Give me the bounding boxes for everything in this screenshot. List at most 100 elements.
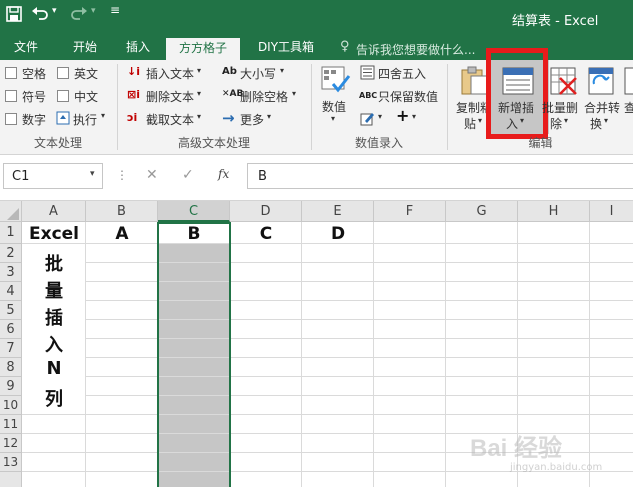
column-header-g[interactable]: G	[446, 201, 518, 222]
merge-convert-label[interactable]: 合并转	[584, 99, 620, 116]
grid-line	[22, 395, 633, 396]
delete-text-icon: ⊠i	[127, 88, 140, 101]
column-header-c[interactable]: C	[158, 201, 230, 222]
grid-line	[22, 414, 633, 415]
customize-toolbar-icon[interactable]: ≡	[110, 3, 120, 17]
edit-icon[interactable]	[360, 111, 375, 126]
batch-delete-label[interactable]: 批量删	[542, 99, 578, 116]
value-button[interactable]: 数值	[322, 98, 346, 115]
column-header-h[interactable]: H	[518, 201, 590, 222]
row-header-13[interactable]: 13	[0, 453, 22, 472]
execute-button[interactable]: 执行	[73, 111, 97, 128]
extract-text-dropdown-icon[interactable]: ▾	[197, 112, 201, 121]
row-header-12[interactable]: 12	[0, 434, 22, 453]
delete-text-dropdown-icon[interactable]: ▾	[197, 89, 201, 98]
keep-value-button[interactable]: 只保留数值	[378, 88, 438, 105]
tab-fangfang[interactable]: 方方格子	[166, 38, 240, 60]
group-label-advanced-text: 高级文本处理	[177, 136, 250, 150]
row-header-5[interactable]: 5	[0, 301, 22, 320]
column-header-d[interactable]: D	[230, 201, 302, 222]
row-header-1[interactable]: 1	[0, 222, 22, 244]
checkbox-symbol[interactable]	[5, 90, 17, 102]
column-header-a[interactable]: A	[22, 201, 86, 222]
formula-input[interactable]: B	[247, 163, 633, 189]
plus-icon[interactable]: +	[396, 106, 409, 125]
remove-space-dropdown-icon[interactable]: ▾	[292, 89, 296, 98]
row-header-3[interactable]: 3	[0, 263, 22, 282]
cell-b1[interactable]: A	[86, 224, 158, 244]
column-header-f[interactable]: F	[374, 201, 446, 222]
cell-d1[interactable]: C	[230, 224, 302, 244]
column-header-e[interactable]: E	[302, 201, 374, 222]
case-button[interactable]: 大小写	[240, 65, 276, 82]
row-header-4[interactable]: 4	[0, 282, 22, 301]
delete-text-button[interactable]: 删除文本	[146, 88, 194, 105]
row-header-7[interactable]: 7	[0, 339, 22, 358]
select-all-corner[interactable]	[0, 201, 22, 222]
checkbox-chinese-label: 中文	[74, 90, 99, 104]
find-label[interactable]: 查	[624, 99, 633, 116]
batch-delete-label-2[interactable]: 除	[550, 115, 562, 132]
redo-icon[interactable]	[70, 5, 88, 21]
checkbox-english[interactable]	[57, 67, 69, 79]
tab-file[interactable]: 文件	[0, 36, 52, 60]
plus-dropdown-icon[interactable]: ▾	[412, 112, 416, 121]
row-header-14[interactable]	[0, 472, 22, 487]
cancel-icon[interactable]: ✕	[146, 167, 158, 183]
value-icon[interactable]	[321, 64, 351, 94]
insert-text-button[interactable]: 插入文本	[146, 65, 194, 82]
merge-convert-label-2[interactable]: 换	[590, 115, 602, 132]
remove-space-button[interactable]: 删除空格	[240, 88, 288, 105]
cell-a1[interactable]: Excel	[22, 224, 86, 244]
checkbox-english-label: 英文	[74, 67, 99, 81]
case-dropdown-icon[interactable]: ▾	[280, 66, 284, 75]
round-button[interactable]: 四舍五入	[378, 65, 426, 82]
tell-me-input[interactable]: 告诉我您想要做什么...	[356, 41, 475, 58]
cell-e1[interactable]: D	[302, 224, 374, 244]
enter-icon[interactable]: ✓	[182, 167, 194, 183]
edit-dropdown-icon[interactable]: ▾	[378, 112, 382, 121]
tab-diy-toolbox[interactable]: DIY工具箱	[248, 36, 324, 60]
copy-paste-icon	[461, 66, 488, 95]
row-header-2[interactable]: 2	[0, 244, 22, 263]
checkbox-chinese[interactable]	[57, 90, 69, 102]
extract-text-button[interactable]: 截取文本	[146, 111, 194, 128]
tab-insert[interactable]: 插入	[114, 36, 162, 60]
round-icon	[360, 65, 375, 80]
more-dropdown-icon[interactable]: ▾	[267, 112, 271, 121]
batch-delete-dropdown-icon[interactable]: ▾	[564, 116, 568, 125]
name-box-dropdown-icon[interactable]: ▾	[90, 169, 95, 179]
column-header-b[interactable]: B	[86, 201, 158, 222]
merge-convert-dropdown-icon[interactable]: ▾	[604, 116, 608, 125]
highlight-box	[486, 48, 548, 139]
checkbox-number[interactable]	[5, 113, 17, 125]
batch-delete-icon	[550, 67, 577, 95]
name-box[interactable]: C1	[3, 163, 103, 189]
extract-text-icon: ↄi	[127, 111, 138, 124]
row-header-6[interactable]: 6	[0, 320, 22, 339]
column-a-char: 量	[45, 281, 63, 302]
checkbox-space[interactable]	[5, 67, 17, 79]
redo-dropdown-icon[interactable]: ▾	[91, 6, 96, 16]
undo-icon[interactable]	[31, 5, 49, 21]
column-header-i[interactable]: I	[590, 201, 633, 222]
group-label-text: 文本处理	[33, 136, 82, 150]
insert-text-dropdown-icon[interactable]: ▾	[197, 66, 201, 75]
undo-dropdown-icon[interactable]: ▾	[52, 6, 57, 16]
row-header-10[interactable]: 10	[0, 396, 22, 415]
row-header-11[interactable]: 11	[0, 415, 22, 434]
execute-icon[interactable]	[56, 111, 71, 126]
copy-paste-label-2[interactable]: 贴	[464, 115, 476, 132]
function-icon[interactable]: fx	[218, 167, 229, 181]
row-header-9[interactable]: 9	[0, 377, 22, 396]
value-dropdown-icon[interactable]: ▾	[331, 114, 335, 123]
more-button[interactable]: 更多	[240, 111, 264, 128]
execute-dropdown-icon[interactable]: ▾	[101, 111, 105, 120]
case-icon: Ab	[222, 66, 237, 77]
copy-paste-dropdown-icon[interactable]: ▾	[478, 116, 482, 125]
row-header-8[interactable]: 8	[0, 358, 22, 377]
baidu-watermark: Bai 经验 jingyan.baidu.com	[470, 420, 630, 480]
tab-home[interactable]: 开始	[58, 36, 112, 60]
insert-text-icon: ↓i	[127, 65, 140, 78]
save-icon[interactable]	[6, 6, 22, 22]
